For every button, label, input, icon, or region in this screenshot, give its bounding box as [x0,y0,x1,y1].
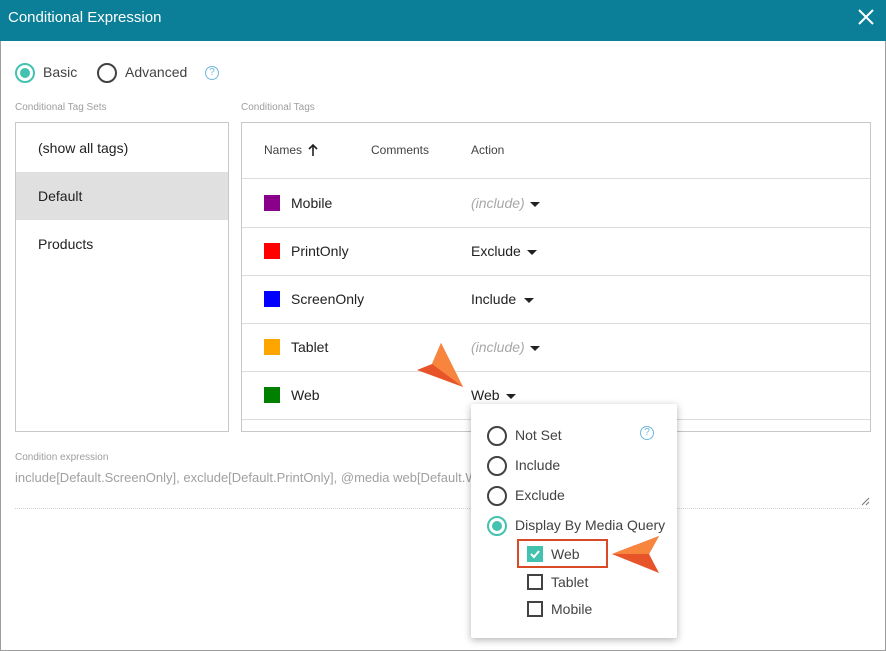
close-icon[interactable] [856,7,876,27]
tag-name: PrintOnly [291,243,349,259]
mobile-checkbox-label: Mobile [551,601,593,617]
dialog-title: Conditional Expression [8,9,162,26]
tags-label: Conditional Tags [241,102,315,113]
condition-expression-label: Condition expression [15,452,109,463]
exclude-label: Exclude [515,487,565,503]
chevron-down-icon[interactable] [527,250,537,255]
tag-sets-list: (show all tags) Default Products [15,122,229,432]
tag-name: ScreenOnly [291,291,365,307]
tag-name: Tablet [291,339,329,355]
include-radio[interactable] [487,456,507,476]
include-label: Include [515,457,561,473]
table-row[interactable]: Mobile (include) [242,179,870,227]
exclude-radio[interactable] [487,486,507,506]
column-header-comments[interactable]: Comments [371,143,429,157]
callout-arrow-icon [417,343,463,387]
tag-color-swatch [264,339,280,355]
column-header-action[interactable]: Action [471,143,504,157]
tag-sets-label: Conditional Tag Sets [15,102,107,113]
chevron-down-icon[interactable] [506,394,516,399]
basic-label: Basic [43,64,78,80]
condition-expression-field[interactable]: include[Default.ScreenOnly], exclude[Def… [15,470,870,485]
callout-arrow-icon [612,536,659,573]
help-icon[interactable]: ? [640,426,654,440]
advanced-label: Advanced [125,64,188,80]
tag-set-item-default[interactable]: Default [16,172,228,220]
tag-set-item-show-all[interactable]: (show all tags) [16,124,228,172]
table-row[interactable]: Tablet (include) [242,323,870,371]
tag-set-item-products[interactable]: Products [16,220,228,268]
tag-color-swatch [264,291,280,307]
action-dropdown-menu: Not Set ? Include Exclude Display By Med… [471,404,677,638]
field-underline [15,508,870,509]
chevron-down-icon[interactable] [530,202,540,207]
tag-action[interactable]: (include) [471,195,525,211]
basic-radio[interactable] [15,63,35,83]
tablet-checkbox-label: Tablet [551,574,589,590]
table-row[interactable]: PrintOnly Exclude [242,227,870,275]
sort-ascending-icon[interactable] [308,143,318,157]
callout-highlight-box [517,539,608,568]
tag-action[interactable]: Exclude [471,243,521,259]
not-set-radio[interactable] [487,426,507,446]
tag-name: Web [291,387,320,403]
tag-action[interactable]: Include [471,291,516,307]
tag-action[interactable]: (include) [471,339,525,355]
resize-handle-icon[interactable] [860,496,870,506]
advanced-radio[interactable] [97,63,117,83]
tag-color-swatch [264,195,280,211]
tag-action[interactable]: Web [471,387,500,403]
not-set-label: Not Set [515,427,562,443]
tablet-checkbox[interactable] [527,574,543,590]
table-row[interactable]: ScreenOnly Include [242,275,870,323]
chevron-down-icon[interactable] [524,298,534,303]
help-icon[interactable]: ? [205,66,219,80]
tags-table: Names Comments Action Mobile (include) P… [241,122,871,432]
media-query-label: Display By Media Query [515,517,666,533]
media-query-radio[interactable] [487,516,507,536]
tag-color-swatch [264,387,280,403]
chevron-down-icon[interactable] [530,346,540,351]
mobile-checkbox[interactable] [527,601,543,617]
dialog-title-bar: Conditional Expression [0,0,886,41]
column-header-names[interactable]: Names [264,143,302,157]
tag-name: Mobile [291,195,333,211]
tag-color-swatch [264,243,280,259]
